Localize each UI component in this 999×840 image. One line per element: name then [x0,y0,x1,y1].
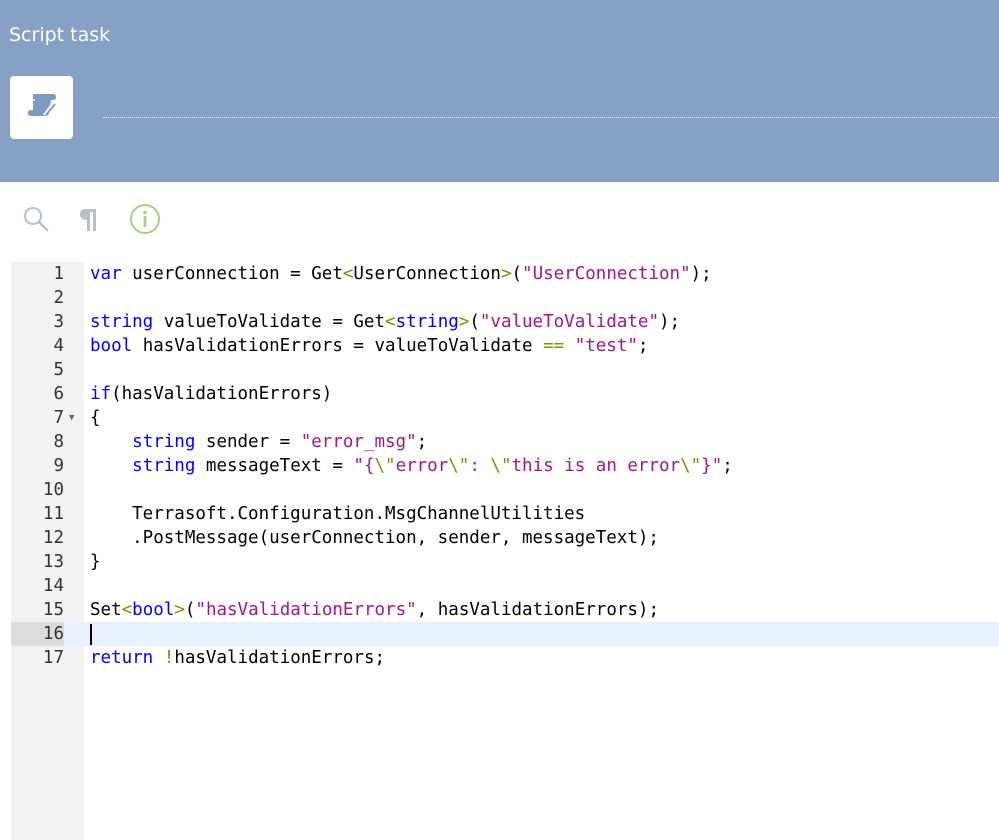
code-editor[interactable]: 1 var userConnection = Get<UserConnection… [11,262,999,840]
code-line[interactable]: 11 Terrasoft.Configuration.MsgChannelUti… [11,502,999,526]
line-number: 11 [42,504,64,524]
code-line[interactable]: 17 return !hasValidationErrors; [11,646,999,670]
code-line[interactable]: 1 var userConnection = Get<UserConnection… [11,262,999,286]
code-text: return !hasValidationErrors; [90,648,386,668]
code-text [90,622,92,646]
page-title: Script task [9,24,111,46]
search-button[interactable] [19,204,53,238]
line-number: 15 [42,600,64,620]
code-text: } [90,552,101,572]
code-line[interactable]: 8 string sender = "error_msg"; [11,430,999,454]
fold-toggle-icon[interactable]: ▼ [69,406,74,430]
code-line[interactable]: 14 [11,574,999,598]
code-text: string valueToValidate = Get<string>("va… [90,312,681,332]
paragraph-icon [76,205,100,238]
code-line[interactable]: 5 [11,358,999,382]
line-number: 16 [11,622,64,646]
code-text: string messageText = "{\"error\": \"this… [132,456,733,476]
editor-toolbar [0,200,999,244]
code-text: Set<bool>("hasValidationErrors", hasVali… [90,600,659,620]
code-text: { [90,408,101,428]
code-line[interactable]: 12 .PostMessage(userConnection, sender, … [11,526,999,550]
line-number: 3 [53,312,64,332]
line-number: 10 [42,480,64,500]
code-line[interactable]: 7 ▼ { [11,406,999,430]
line-number: 6 [53,384,64,404]
script-task-icon-button[interactable] [10,76,73,139]
script-scroll-icon [27,91,57,124]
line-number: 17 [42,648,64,668]
info-button[interactable] [128,203,162,240]
header-panel: Script task [0,0,999,182]
code-text: bool hasValidationErrors = valueToValida… [90,336,649,356]
code-text: var userConnection = Get<UserConnection>… [90,264,712,284]
line-number: 7 [53,408,64,428]
code-line[interactable]: 3 string valueToValidate = Get<string>("v… [11,310,999,334]
line-number: 2 [53,288,64,308]
code-line[interactable]: 6 if(hasValidationErrors) [11,382,999,406]
code-line[interactable]: 4 bool hasValidationErrors = valueToValid… [11,334,999,358]
code-text: .PostMessage(userConnection, sender, mes… [90,528,659,548]
code-line[interactable]: 15 Set<bool>("hasValidationErrors", hasVa… [11,598,999,622]
line-number: 9 [53,456,64,476]
info-icon [129,203,161,240]
code-line[interactable]: 2 [11,286,999,310]
code-line[interactable]: 9 string messageText = "{\"error\": \"th… [11,454,999,478]
search-icon [22,205,50,238]
line-number: 5 [53,360,64,380]
code-line[interactable]: 10 [11,478,999,502]
line-number: 4 [53,336,64,356]
text-cursor [90,623,92,645]
code-line[interactable]: 13} [11,550,999,574]
code-text: Terrasoft.Configuration.MsgChannelUtilit… [90,504,586,524]
show-invisibles-button[interactable] [71,204,105,238]
element-name-input-line[interactable] [103,117,999,118]
code-text: string sender = "error_msg"; [132,432,428,452]
line-number: 8 [53,432,64,452]
line-number: 1 [53,264,64,284]
code-text: if(hasValidationErrors) [90,384,333,404]
line-number: 14 [42,576,64,596]
line-number: 13 [42,552,64,572]
code-line[interactable]: 16 [11,622,999,646]
line-number: 12 [42,528,64,548]
